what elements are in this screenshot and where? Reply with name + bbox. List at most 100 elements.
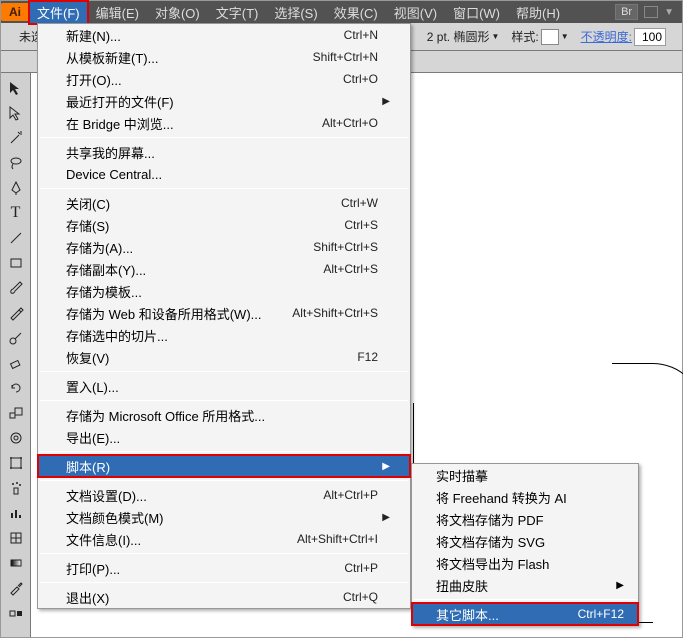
menu-item[interactable]: 脚本(R)▶ bbox=[38, 455, 410, 477]
submenu-shortcut: Ctrl+F12 bbox=[578, 607, 624, 621]
stroke-label: 2 pt. 椭圆形 bbox=[427, 28, 490, 45]
chevron-down-icon[interactable]: ▼ bbox=[561, 32, 569, 41]
menu-shortcut: Alt+Ctrl+S bbox=[268, 262, 378, 276]
gradient-tool[interactable] bbox=[5, 552, 27, 574]
menu-window[interactable]: 窗口(W) bbox=[445, 1, 508, 24]
submenu-item[interactable]: 扭曲皮肤▶ bbox=[412, 574, 638, 596]
menu-item-label: 新建(N)... bbox=[66, 26, 268, 45]
style-label: 样式: bbox=[511, 28, 538, 45]
direct-select-tool[interactable] bbox=[5, 102, 27, 124]
pen-tool[interactable] bbox=[5, 177, 27, 199]
submenu-item-label: 将文档导出为 Flash bbox=[436, 554, 624, 573]
menu-item-label: Device Central... bbox=[66, 167, 268, 182]
menu-item[interactable]: 关闭(C)Ctrl+W bbox=[38, 192, 410, 214]
selection-tool[interactable] bbox=[5, 77, 27, 99]
menu-shortcut: Ctrl+P bbox=[268, 561, 378, 575]
menu-item[interactable]: 打印(P)...Ctrl+P bbox=[38, 557, 410, 579]
rectangle-tool[interactable] bbox=[5, 252, 27, 274]
submenu-item[interactable]: 将文档存储为 SVG bbox=[412, 530, 638, 552]
scale-tool[interactable] bbox=[5, 402, 27, 424]
menu-item[interactable]: 退出(X)Ctrl+Q bbox=[38, 586, 410, 608]
free-transform-tool[interactable] bbox=[5, 452, 27, 474]
menu-shortcut: Ctrl+Q bbox=[268, 590, 378, 604]
rotate-tool[interactable] bbox=[5, 377, 27, 399]
menu-effect[interactable]: 效果(C) bbox=[326, 1, 386, 24]
menu-item-label: 导出(E)... bbox=[66, 428, 268, 447]
menu-item[interactable]: 新建(N)...Ctrl+N bbox=[38, 24, 410, 46]
menu-item-label: 从模板新建(T)... bbox=[66, 48, 268, 67]
menu-item[interactable]: 存储选中的切片... bbox=[38, 324, 410, 346]
menu-item-label: 最近打开的文件(F) bbox=[66, 92, 268, 111]
submenu-item[interactable]: 将 Freehand 转换为 AI bbox=[412, 486, 638, 508]
menu-item[interactable]: 最近打开的文件(F)▶ bbox=[38, 90, 410, 112]
menu-item[interactable]: 存储为 Web 和设备所用格式(W)...Alt+Shift+Ctrl+S bbox=[38, 302, 410, 324]
menu-item[interactable]: 从模板新建(T)...Shift+Ctrl+N bbox=[38, 46, 410, 68]
submenu-item[interactable]: 将文档导出为 Flash bbox=[412, 552, 638, 574]
menu-item[interactable]: 置入(L)... bbox=[38, 375, 410, 397]
chevron-down-icon[interactable]: ▼ bbox=[491, 32, 499, 41]
menu-item-label: 存储为(A)... bbox=[66, 238, 268, 257]
style-swatch[interactable] bbox=[541, 29, 559, 45]
menu-item[interactable]: 存储为 Microsoft Office 所用格式... bbox=[38, 404, 410, 426]
magic-wand-tool[interactable] bbox=[5, 127, 27, 149]
line-tool[interactable] bbox=[5, 227, 27, 249]
menu-item-label: 退出(X) bbox=[66, 588, 268, 607]
paintbrush-tool[interactable] bbox=[5, 277, 27, 299]
scripts-submenu: 实时描摹将 Freehand 转换为 AI将文档存储为 PDF将文档存储为 SV… bbox=[411, 463, 639, 626]
bridge-button[interactable]: Br bbox=[615, 4, 638, 20]
menu-item[interactable]: 文档设置(D)...Alt+Ctrl+P bbox=[38, 484, 410, 506]
opacity-label[interactable]: 不透明度: bbox=[581, 28, 632, 45]
menu-shortcut: Ctrl+N bbox=[268, 28, 378, 42]
arrange-icon[interactable] bbox=[644, 6, 658, 18]
menu-item-label: 存储选中的切片... bbox=[66, 326, 268, 345]
mesh-tool[interactable] bbox=[5, 527, 27, 549]
menu-item-label: 存储为 Web 和设备所用格式(W)... bbox=[66, 304, 268, 323]
warp-tool[interactable] bbox=[5, 427, 27, 449]
menu-item-label: 存储为 Microsoft Office 所用格式... bbox=[66, 406, 268, 425]
eraser-tool[interactable] bbox=[5, 352, 27, 374]
submenu-item[interactable]: 实时描摹 bbox=[412, 464, 638, 486]
menu-type[interactable]: 文字(T) bbox=[208, 1, 267, 24]
blend-tool[interactable] bbox=[5, 602, 27, 624]
menu-item[interactable]: 打开(O)...Ctrl+O bbox=[38, 68, 410, 90]
type-tool[interactable]: T bbox=[5, 202, 27, 224]
chevron-right-icon: ▶ bbox=[378, 461, 390, 472]
menu-item[interactable]: 文档颜色模式(M)▶ bbox=[38, 506, 410, 528]
chevron-right-icon: ▶ bbox=[614, 580, 624, 591]
submenu-item-label: 实时描摹 bbox=[436, 466, 624, 485]
menu-select[interactable]: 选择(S) bbox=[266, 1, 325, 24]
menu-shortcut: Ctrl+W bbox=[268, 196, 378, 210]
menu-view[interactable]: 视图(V) bbox=[386, 1, 445, 24]
menu-item[interactable]: 文件信息(I)...Alt+Shift+Ctrl+I bbox=[38, 528, 410, 550]
symbol-sprayer-tool[interactable] bbox=[5, 477, 27, 499]
lasso-tool[interactable] bbox=[5, 152, 27, 174]
menu-item[interactable]: 存储副本(Y)...Alt+Ctrl+S bbox=[38, 258, 410, 280]
graph-tool[interactable] bbox=[5, 502, 27, 524]
chevron-down-icon[interactable]: ▼ bbox=[664, 7, 674, 18]
file-dropdown: 新建(N)...Ctrl+N从模板新建(T)...Shift+Ctrl+N打开(… bbox=[37, 23, 411, 609]
menu-item[interactable]: 恢复(V)F12 bbox=[38, 346, 410, 368]
menubar: Ai 文件(F) 编辑(E) 对象(O) 文字(T) 选择(S) 效果(C) 视… bbox=[1, 1, 682, 23]
menu-item[interactable]: 存储为模板... bbox=[38, 280, 410, 302]
menu-item[interactable]: 导出(E)... bbox=[38, 426, 410, 448]
menu-item[interactable]: 存储为(A)...Shift+Ctrl+S bbox=[38, 236, 410, 258]
blob-brush-tool[interactable] bbox=[5, 327, 27, 349]
opacity-input[interactable] bbox=[634, 28, 666, 46]
menu-shortcut: Alt+Shift+Ctrl+I bbox=[268, 532, 378, 546]
menu-item-label: 在 Bridge 中浏览... bbox=[66, 114, 268, 133]
submenu-item[interactable]: 将文档存储为 PDF bbox=[412, 508, 638, 530]
menu-item-label: 存储为模板... bbox=[66, 282, 268, 301]
pencil-tool[interactable] bbox=[5, 302, 27, 324]
menu-item[interactable]: 共享我的屏幕... bbox=[38, 141, 410, 163]
submenu-item[interactable]: 其它脚本...Ctrl+F12 bbox=[412, 603, 638, 625]
menu-item[interactable]: 存储(S)Ctrl+S bbox=[38, 214, 410, 236]
menu-help[interactable]: 帮助(H) bbox=[508, 1, 568, 24]
menu-file[interactable]: 文件(F) bbox=[29, 1, 88, 24]
menu-shortcut: Alt+Shift+Ctrl+S bbox=[268, 306, 378, 320]
menu-edit[interactable]: 编辑(E) bbox=[88, 1, 147, 24]
menu-object[interactable]: 对象(O) bbox=[147, 1, 208, 24]
menu-item[interactable]: Device Central... bbox=[38, 163, 410, 185]
menu-item[interactable]: 在 Bridge 中浏览...Alt+Ctrl+O bbox=[38, 112, 410, 134]
eyedropper-tool[interactable] bbox=[5, 577, 27, 599]
submenu-item-label: 扭曲皮肤 bbox=[436, 576, 614, 595]
